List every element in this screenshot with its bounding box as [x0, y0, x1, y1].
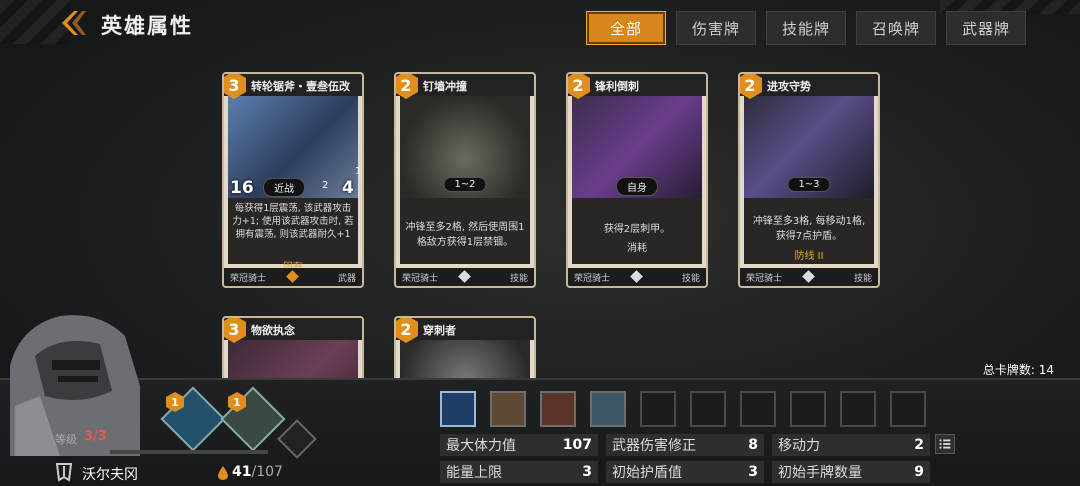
hero-name: 沃尔夫冈 [82, 467, 138, 483]
relic-slot-helmet[interactable] [590, 391, 626, 427]
relic-slot-empty[interactable] [790, 391, 826, 427]
total-value: 14 [1038, 363, 1054, 377]
header: 英雄属性 全部 伤害牌 技能牌 召唤牌 武器牌 [0, 0, 1080, 45]
rarity-gem-icon [802, 270, 815, 283]
relic-slot-scroll[interactable] [490, 391, 526, 427]
card-rotary-saw-axe[interactable]: 3 转轮锯斧・壹叁伍改 16 4 1 2 近战 每获得1层震荡, 该武器攻击力+… [222, 72, 364, 288]
card-name: 穿刺者 [423, 324, 456, 337]
tab-skill[interactable]: 技能牌 [766, 11, 846, 45]
card-type: 技能 [681, 274, 700, 284]
stat-weapon-damage: 武器伤害修正 8 [606, 434, 764, 456]
hp-max: /107 [251, 464, 283, 480]
card-keyword: 消耗 [627, 243, 647, 254]
relic-slot-blue-orb[interactable] [440, 391, 476, 427]
stat-max-hp: 最大体力值 107 [440, 434, 598, 456]
back-arrow-icon[interactable] [60, 10, 90, 36]
card-footer: 荣冠骑士 技能 [568, 268, 706, 286]
stat-value: 8 [748, 437, 758, 453]
rarity-gem-icon [286, 270, 299, 283]
level-value: 3/3 [84, 429, 107, 444]
card-hero: 荣冠骑士 [746, 274, 783, 284]
stat-value: 3 [582, 464, 592, 480]
card-sharp-barbs[interactable]: 2 锋利倒刺 自身 获得2层刺甲。 消耗 荣冠骑士 技能 [566, 72, 708, 288]
stat-label: 最大体力值 [446, 438, 516, 454]
card-cost-modifier: 2 [322, 180, 329, 191]
relic-slot-book[interactable] [540, 391, 576, 427]
card-name: 物欲执念 [251, 324, 295, 337]
total-label: 总卡牌数: [982, 363, 1035, 377]
card-name: 钉墙冲撞 [423, 80, 467, 93]
hp-current: 41 [232, 464, 252, 480]
level-progress-bar [110, 450, 268, 454]
card-durability: 4 [342, 178, 354, 198]
card-keyword: 防线 II [794, 251, 824, 262]
tab-bar: 全部 伤害牌 技能牌 召唤牌 武器牌 [586, 11, 1026, 45]
stat-value: 107 [562, 437, 592, 453]
card-type: 武器 [337, 274, 356, 284]
card-name: 进攻守势 [767, 80, 811, 93]
stat-value: 2 [914, 437, 924, 453]
card-description: 获得2层刺甲。 [603, 224, 671, 235]
tab-damage[interactable]: 伤害牌 [676, 11, 756, 45]
relic-slot-empty[interactable] [890, 391, 926, 427]
stat-value: 9 [914, 464, 924, 480]
card-hero: 荣冠骑士 [574, 274, 611, 284]
hero-emblem-icon [55, 463, 73, 482]
card-sub-number: 1 [355, 166, 362, 177]
stat-label: 移动力 [778, 438, 820, 454]
stat-hand-size: 初始手牌数量 9 [772, 461, 930, 483]
hp-value: 41/107 [232, 464, 283, 480]
card-type: 技能 [509, 274, 528, 284]
stat-movement: 移动力 2 [772, 434, 930, 456]
stat-value: 3 [748, 464, 758, 480]
card-range: 自身 [616, 177, 658, 196]
card-footer: 荣冠骑士 武器 [224, 268, 362, 286]
card-hero: 荣冠骑士 [402, 274, 439, 284]
rarity-gem-icon [630, 270, 643, 283]
card-footer: 荣冠骑士 技能 [740, 268, 878, 286]
stat-label: 武器伤害修正 [612, 438, 696, 454]
card-range: 1~2 [443, 177, 487, 192]
blood-drop-icon [218, 466, 228, 480]
card-range: 1~3 [787, 177, 831, 192]
card-type: 技能 [853, 274, 872, 284]
relic-slot-empty[interactable] [640, 391, 676, 427]
card-attack: 16 [230, 178, 254, 198]
page-title: 英雄属性 [101, 14, 193, 38]
tab-all[interactable]: 全部 [586, 11, 666, 45]
card-nail-wall-charge[interactable]: 2 钉墙冲撞 1~2 冲锋至多2格, 然后使周围1格敌方获得1层禁锢。 荣冠骑士… [394, 72, 536, 288]
stat-energy: 能量上限 3 [440, 461, 598, 483]
card-name: 转轮锯斧・壹叁伍改 [251, 80, 350, 93]
card-hero: 荣冠骑士 [230, 274, 267, 284]
rarity-gem-icon [458, 270, 471, 283]
stat-label: 能量上限 [446, 465, 502, 481]
card-description: 冲锋至多3格, 每移动1格, 获得7点护盾。 [752, 216, 866, 242]
relic-slots [440, 391, 926, 427]
card-offensive-guard[interactable]: 2 进攻守势 1~3 冲锋至多3格, 每移动1格, 获得7点护盾。 防线 II … [738, 72, 880, 288]
relic-slot-empty[interactable] [840, 391, 876, 427]
stat-label: 初始手牌数量 [778, 465, 862, 481]
total-card-count: 总卡牌数: 14 [983, 361, 1054, 378]
tab-summon[interactable]: 召唤牌 [856, 11, 936, 45]
card-footer: 荣冠骑士 技能 [396, 268, 534, 286]
relic-slot-empty[interactable] [690, 391, 726, 427]
card-range: 近战 [263, 178, 305, 197]
relic-slot-empty[interactable] [740, 391, 776, 427]
card-description: 冲锋至多2格, 然后使周围1格敌方获得1层禁锢。 [405, 222, 525, 248]
list-icon[interactable] [935, 434, 955, 454]
stat-label: 初始护盾值 [612, 465, 682, 481]
card-description: 每获得1层震荡, 该武器攻击力+1; 使用该武器攻击时, 若拥有震荡, 则该武器… [232, 203, 354, 240]
stat-initial-shield: 初始护盾值 3 [606, 461, 764, 483]
level-label: 等级 [55, 433, 77, 446]
tab-weapon[interactable]: 武器牌 [946, 11, 1026, 45]
card-name: 锋利倒刺 [595, 80, 639, 93]
